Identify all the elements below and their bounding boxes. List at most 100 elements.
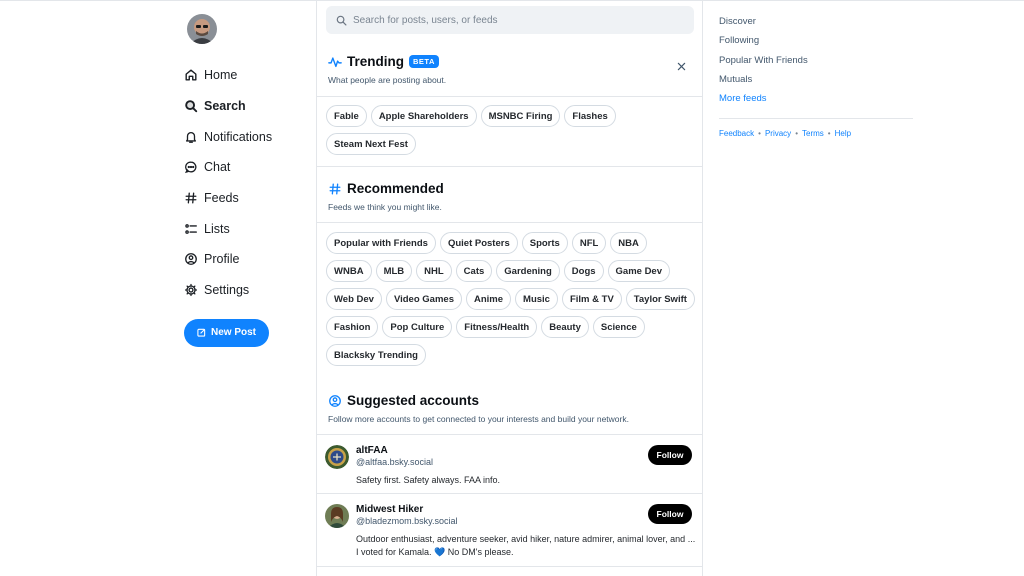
hash-icon (184, 191, 198, 205)
right-sidebar: Discover Following Popular With Friends … (719, 16, 914, 138)
recommended-subtitle: Feeds we think you might like. (328, 202, 442, 212)
recommended-feed-chip[interactable]: Video Games (385, 288, 462, 310)
divider (317, 96, 702, 97)
recommended-feed-chip[interactable]: Anime (465, 288, 512, 310)
recommended-feed-chip[interactable]: Dogs (563, 260, 604, 282)
recommended-feed-chip[interactable]: Blacksky Trending (326, 344, 426, 366)
nav-settings-label: Settings (204, 283, 250, 298)
nav-lists-label: Lists (204, 221, 230, 236)
trending-topic-chip[interactable]: Flashes (564, 105, 616, 127)
search-input[interactable] (353, 14, 673, 26)
suggested-subtitle: Follow more accounts to get connected to… (328, 414, 629, 424)
search-icon (184, 99, 198, 113)
footer-separator: • (827, 129, 831, 139)
trending-topic-chip[interactable]: Fable (326, 105, 367, 127)
recommended-feed-chip[interactable]: Popular with Friends (326, 232, 436, 254)
nav-profile-label: Profile (204, 252, 240, 267)
new-post-button[interactable]: New Post (184, 318, 269, 347)
nav-notifications-label: Notifications (204, 129, 273, 144)
account-avatar (325, 504, 349, 528)
recommended-feed-chip[interactable]: NFL (571, 232, 607, 254)
account-handle: @bladezmom.bsky.social (356, 516, 458, 526)
nav-notifications[interactable]: Notifications (184, 121, 304, 152)
nav-chat[interactable]: Chat (184, 152, 304, 183)
feed-link-mutuals[interactable]: Mutuals (719, 74, 914, 93)
feed-link-discover[interactable]: Discover (719, 16, 914, 35)
account-handle: @altfaa.bsky.social (356, 457, 434, 467)
trending-icon (328, 55, 342, 69)
recommended-feed-chip[interactable]: Quiet Posters (439, 232, 518, 254)
recommended-feed-chip[interactable]: Sports (521, 232, 568, 254)
recommended-feed-chip[interactable]: Fashion (326, 316, 379, 338)
nav-lists[interactable]: Lists (184, 213, 304, 244)
recommended-feed-chip[interactable]: Game Dev (607, 260, 671, 282)
gear-icon (184, 283, 198, 297)
recommended-feed-chip[interactable]: Gardening (496, 260, 560, 282)
recommended-feed-chip[interactable]: NBA (610, 232, 647, 254)
suggested-title: Suggested accounts (347, 393, 480, 408)
help-link[interactable]: Help (835, 129, 851, 138)
close-trending-button[interactable] (675, 60, 687, 72)
person-circle-icon (184, 252, 198, 266)
follow-button[interactable]: Follow (648, 445, 692, 465)
nav-chat-label: Chat (204, 160, 231, 175)
nav-home[interactable]: Home (184, 60, 304, 91)
home-icon (184, 68, 198, 82)
recommended-feed-chip[interactable]: Fitness/Health (456, 316, 538, 338)
my-avatar[interactable] (187, 14, 217, 44)
feedback-link[interactable]: Feedback (719, 129, 754, 138)
beta-badge: BETA (409, 55, 439, 68)
account-bio: Safety first. Safety always. FAA info. (356, 475, 501, 485)
center-column: Trending BETA What people are posting ab… (316, 0, 703, 576)
search-icon (336, 15, 347, 25)
recommended-feed-chip[interactable]: Web Dev (326, 288, 382, 310)
recommended-feed-chip[interactable]: Taylor Swift (625, 288, 695, 310)
trending-topic-chip[interactable]: Apple Shareholders (370, 105, 477, 127)
recommended-feed-chip[interactable]: WNBA (326, 260, 372, 282)
privacy-link[interactable]: Privacy (765, 129, 791, 138)
nav-search[interactable]: Search (184, 91, 304, 122)
new-post-label: New Post (210, 327, 256, 338)
close-icon (677, 62, 685, 70)
nav-feeds[interactable]: Feeds (184, 183, 304, 214)
nav-search-label: Search (204, 99, 246, 114)
hash-icon (328, 182, 342, 196)
account-avatar (325, 445, 349, 469)
nav-profile[interactable]: Profile (184, 244, 304, 275)
recommended-feed-chip[interactable]: NHL (416, 260, 452, 282)
recommended-feed-chip[interactable]: Pop Culture (382, 316, 453, 338)
divider (317, 434, 702, 435)
recommended-feed-chip[interactable]: Beauty (541, 316, 589, 338)
recommended-feed-chip[interactable]: Science (592, 316, 645, 338)
search-bar[interactable] (326, 6, 694, 34)
recommended-feed-chip[interactable]: Cats (455, 260, 493, 282)
follow-button[interactable]: Follow (648, 504, 692, 524)
nav-feeds-label: Feeds (204, 191, 239, 206)
trending-topic-chip[interactable]: MSNBC Firing (480, 105, 561, 127)
nav-home-label: Home (204, 68, 238, 83)
feed-link-following[interactable]: Following (719, 35, 914, 54)
recommended-header: Recommended (328, 181, 444, 196)
chat-icon (184, 160, 198, 174)
trending-topics: Fable Apple Shareholders MSNBC Firing Flash… (326, 105, 696, 155)
more-feeds-link[interactable]: More feeds (719, 93, 914, 112)
footer-separator: • (795, 129, 798, 139)
recommended-title: Recommended (347, 181, 444, 196)
account-name: altFAA (356, 445, 388, 456)
divider (317, 493, 702, 494)
footer-separator: • (758, 129, 761, 139)
trending-title: Trending (347, 54, 404, 69)
terms-link[interactable]: Terms (802, 129, 824, 138)
recommended-feeds: Popular with Friends Quiet Posters Sports N… (326, 232, 696, 366)
bell-icon (184, 130, 198, 144)
recommended-feed-chip[interactable]: MLB (375, 260, 413, 282)
recommended-feed-chip[interactable]: Music (515, 288, 558, 310)
suggested-header: Suggested accounts (328, 393, 479, 408)
recommended-feed-chip[interactable]: Film & TV (561, 288, 622, 310)
feed-link-popular-with-friends[interactable]: Popular With Friends (719, 55, 914, 74)
account-bio: Outdoor enthusiast, adventure seeker, av… (356, 534, 696, 557)
nav-settings[interactable]: Settings (184, 275, 304, 306)
trending-subtitle: What people are posting about. (328, 75, 447, 85)
divider (719, 118, 913, 120)
trending-topic-chip[interactable]: Steam Next Fest (326, 133, 416, 155)
